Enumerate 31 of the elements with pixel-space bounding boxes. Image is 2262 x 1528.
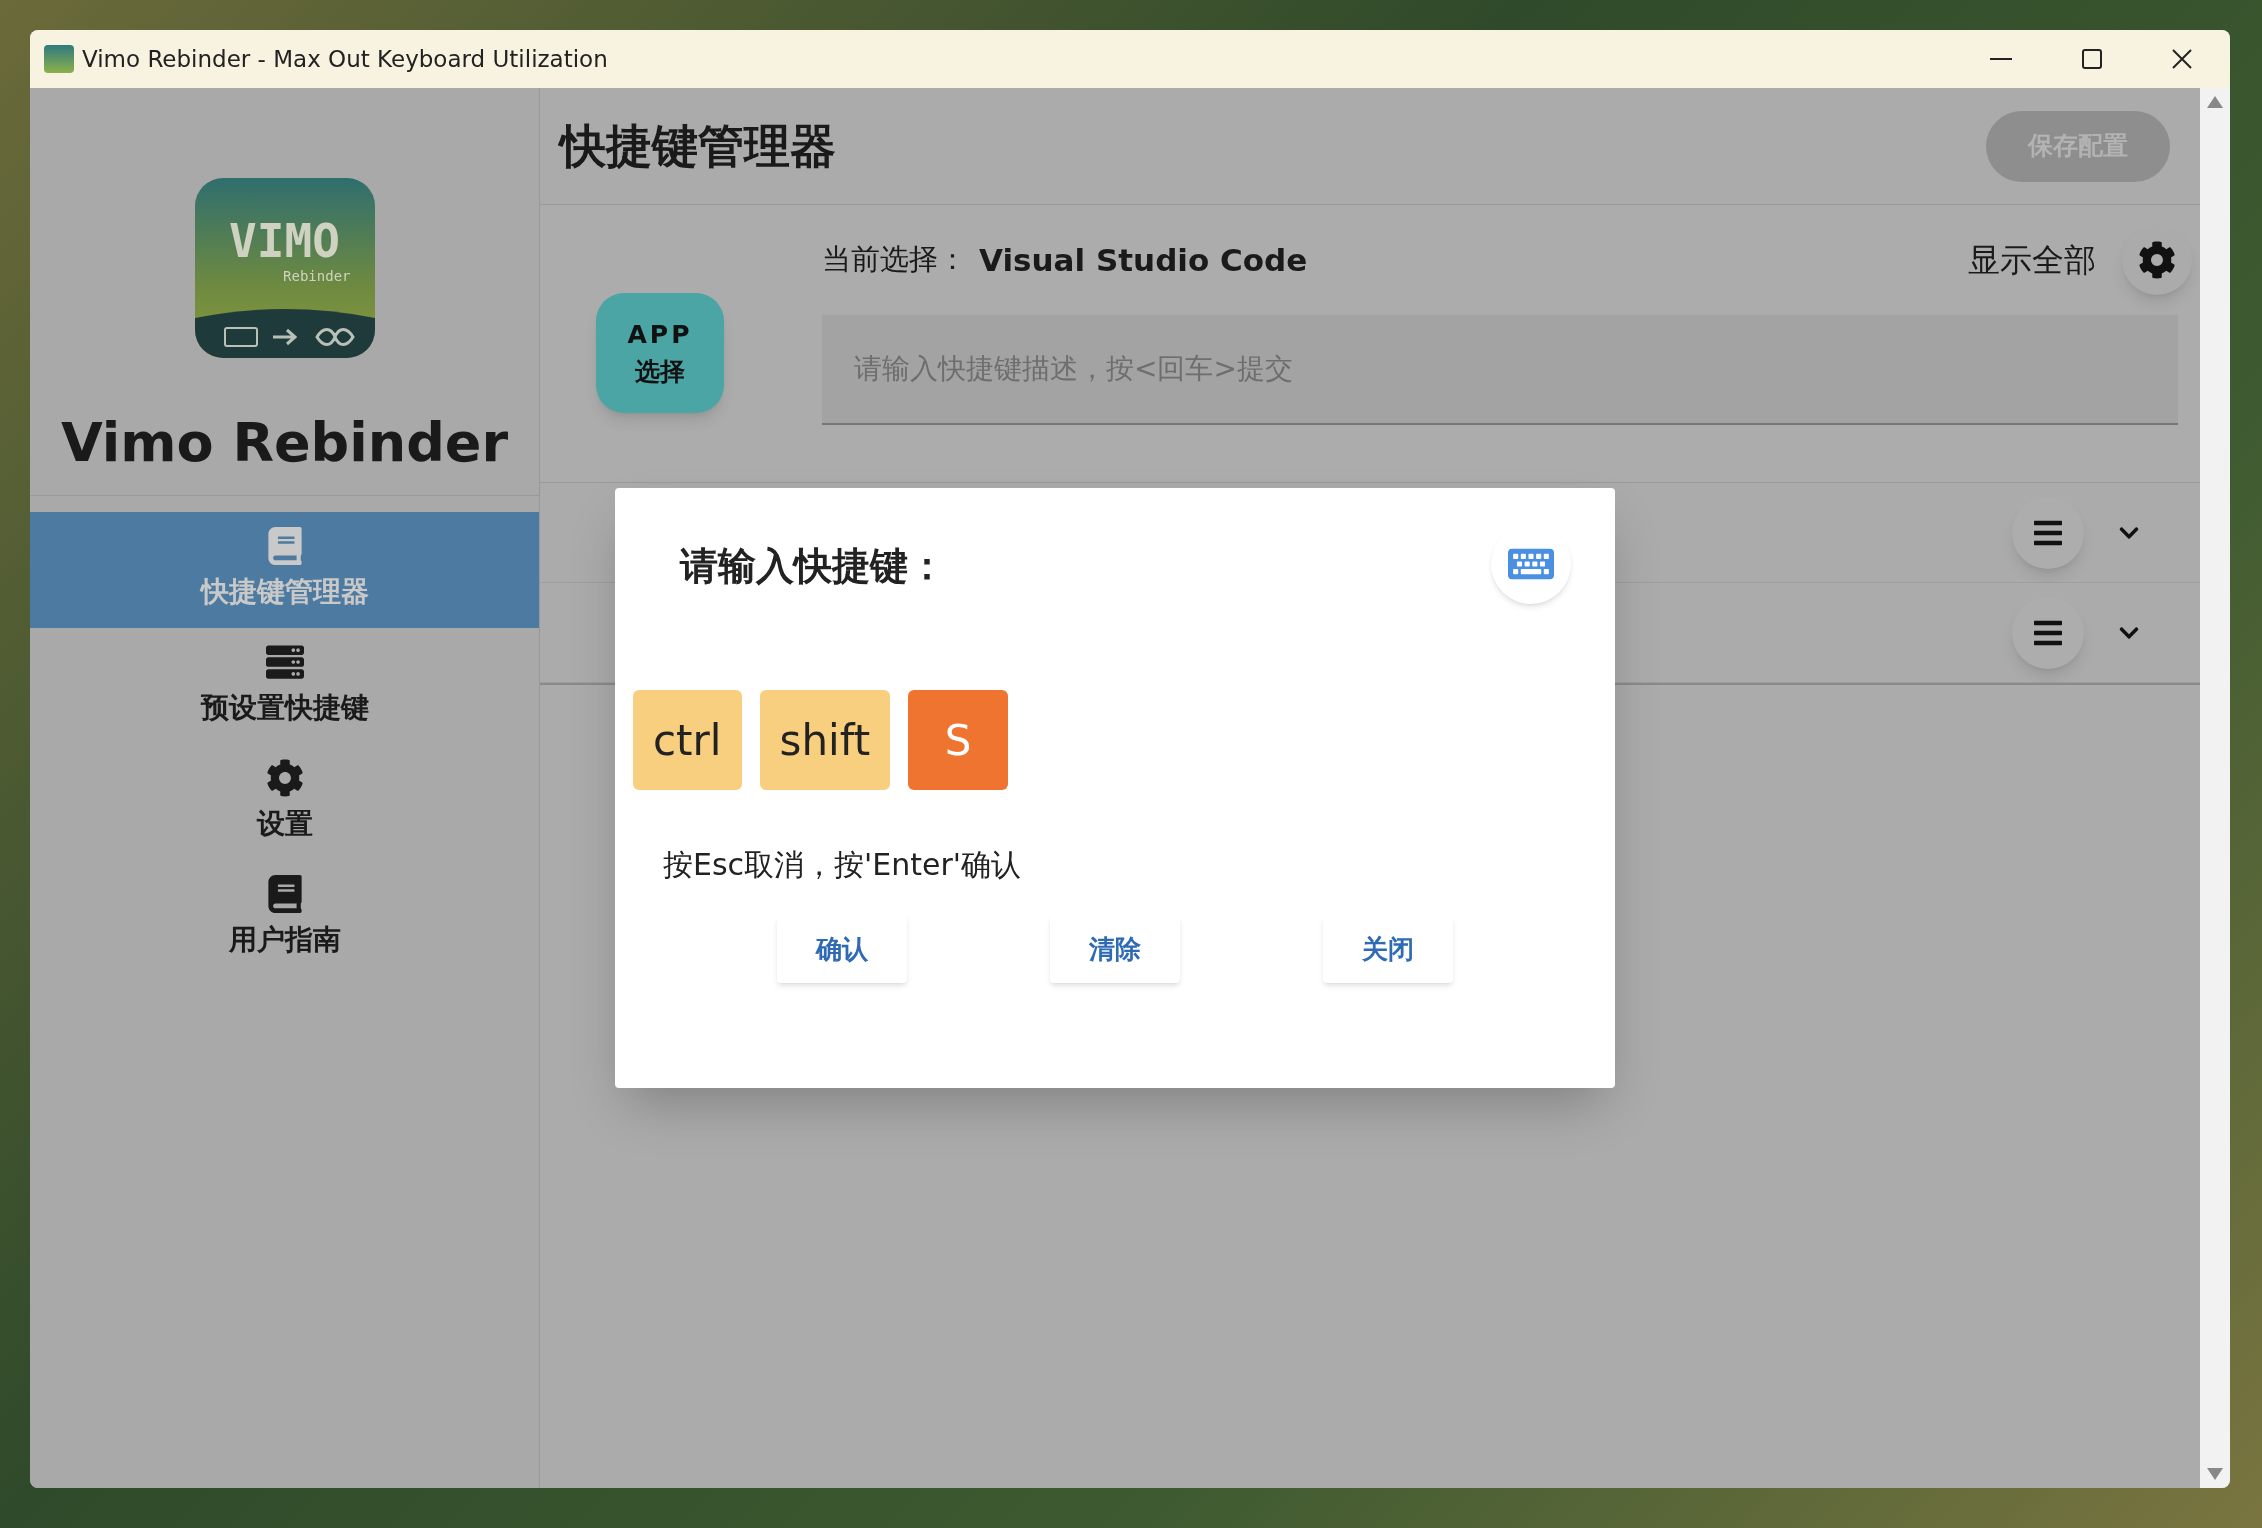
current-selection-value: Visual Studio Code [979,240,1308,280]
sidebar-item[interactable]: 用户指南 [30,860,539,976]
dialog-hint: 按Esc取消，按'Enter'确认 [663,846,1023,884]
logo-title: VIMO [229,218,340,264]
gear-icon [265,759,304,797]
logo-subtitle: Rebinder [283,267,351,286]
app-select-button[interactable]: APP 选择 [596,293,724,413]
key-chip: shift [759,690,891,790]
dialog-button[interactable]: 清除 [1050,915,1180,983]
window-title: Vimo Rebinder - Max Out Keyboard Utilization [82,44,608,74]
scroll-up-icon[interactable] [2207,96,2223,108]
settings-icon [2138,241,2176,279]
current-selection-label: 当前选择： [822,241,967,279]
app-name: Vimo Rebinder [59,410,510,476]
scroll-down-icon[interactable] [2207,1468,2223,1480]
close-icon[interactable] [2172,49,2192,69]
book-icon [265,875,304,913]
key-chip: S [908,690,1009,790]
page-title: 快捷键管理器 [560,117,836,175]
server-icon [265,643,304,681]
dialog-button[interactable]: 确认 [776,915,907,983]
book-icon [265,527,304,565]
maximize-icon[interactable] [2082,49,2102,69]
app-icon [44,45,74,73]
sidebar-item[interactable]: 快捷键管理器 [30,512,539,628]
key-chip: ctrl [633,690,742,790]
sidebar-item[interactable]: 预设置快捷键 [30,628,539,744]
dialog-button[interactable]: 关闭 [1323,915,1454,983]
sidebar-item[interactable]: 设置 [30,744,539,860]
show-all-label: 显示全部 [1968,240,2096,281]
dialog-title: 请输入快捷键： [680,543,946,590]
